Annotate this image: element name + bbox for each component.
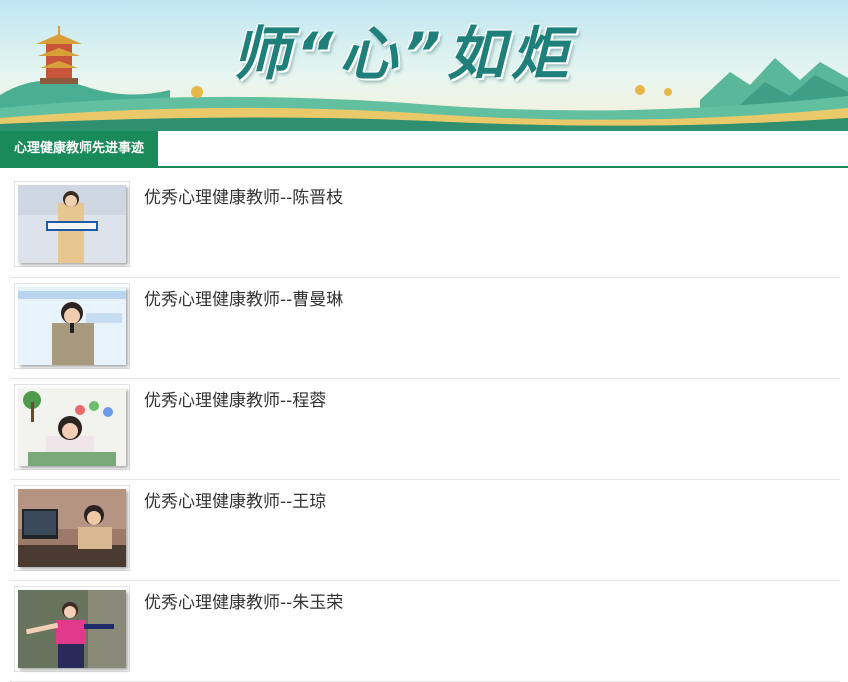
teacher-at-desk-photo bbox=[18, 388, 126, 466]
article-title[interactable]: 优秀心理健康教师--王琼 bbox=[144, 487, 326, 512]
list-item[interactable]: 优秀心理健康教师--程蓉 bbox=[10, 379, 840, 480]
article-title[interactable]: 优秀心理健康教师--陈晋枝 bbox=[144, 183, 343, 208]
list-item[interactable]: 优秀心理健康教师--王琼 bbox=[10, 480, 840, 581]
article-title[interactable]: 优秀心理健康教师--程蓉 bbox=[144, 386, 326, 411]
list-item[interactable]: 优秀心理健康教师--陈晋枝 bbox=[10, 176, 840, 278]
banner-title: 师“心”如炬 bbox=[232, 20, 575, 88]
teacher-holding-sign-photo bbox=[18, 185, 126, 263]
tab-teacher-achievements[interactable]: 心理健康教师先进事迹 bbox=[0, 131, 158, 166]
article-thumbnail[interactable] bbox=[14, 283, 130, 369]
section-tab-bar: 心理健康教师先进事迹 bbox=[0, 131, 848, 168]
article-thumbnail[interactable] bbox=[14, 384, 130, 470]
article-thumbnail[interactable] bbox=[14, 485, 130, 571]
list-item[interactable]: 优秀心理健康教师--曹曼琳 bbox=[10, 278, 840, 379]
teacher-speaking-microphone-photo bbox=[18, 287, 126, 365]
article-thumbnail[interactable] bbox=[14, 586, 130, 672]
list-item[interactable]: 优秀心理健康教师--朱玉荣 bbox=[10, 581, 840, 682]
article-title[interactable]: 优秀心理健康教师--朱玉荣 bbox=[144, 588, 343, 613]
teacher-dancing-outdoors-photo bbox=[18, 590, 126, 668]
article-list: 优秀心理健康教师--陈晋枝 优秀心理健康教师--曹曼琳 优秀心理健康教师--程蓉… bbox=[10, 176, 840, 682]
teacher-at-computer-photo bbox=[18, 489, 126, 567]
header-banner: 师“心”如炬 bbox=[0, 0, 848, 131]
article-thumbnail[interactable] bbox=[14, 181, 130, 267]
article-title[interactable]: 优秀心理健康教师--曹曼琳 bbox=[144, 285, 343, 310]
